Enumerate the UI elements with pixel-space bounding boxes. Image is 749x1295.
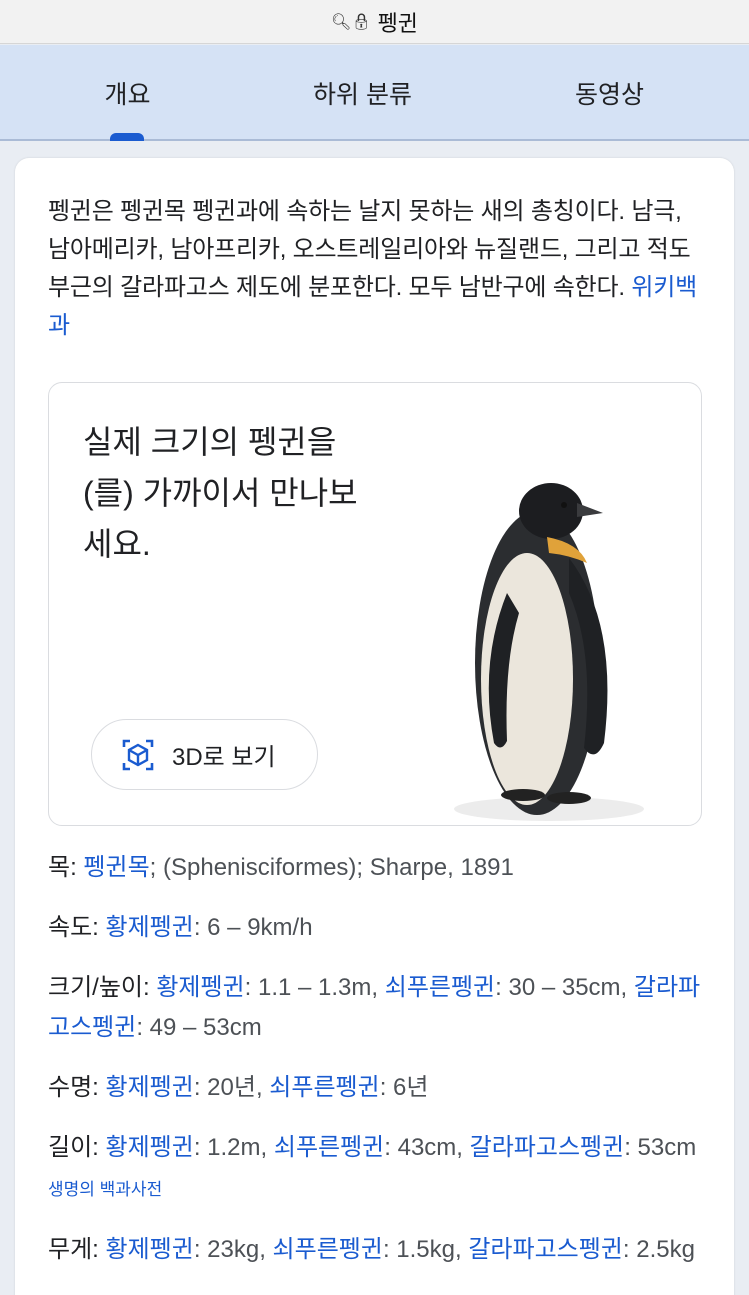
ar-promo-card[interactable]: 실제 크기의 펭귄을(를) 가까이서 만나보세요. 3D로 보기	[48, 382, 702, 826]
fact-link[interactable]: 갈라파고스펭귄	[468, 1236, 623, 1263]
active-tab-indicator	[110, 133, 144, 141]
fact-value: : 2.5kg	[622, 1236, 695, 1263]
fact-link[interactable]: 황제펭귄	[106, 914, 194, 941]
fact-value: : 49 – 53cm	[136, 1014, 262, 1041]
fact-link[interactable]: 황제펭귄	[106, 1236, 194, 1263]
knowledge-card: 펭귄은 펭귄목 펭귄과에 속하는 날지 못하는 새의 총칭이다. 남극, 남아메…	[15, 158, 734, 1295]
fact-value: : 1.1 – 1.3m,	[244, 974, 385, 1001]
fact-label: 목:	[48, 854, 77, 881]
url-bar[interactable]: 🔍︎🔒︎ 펭귄	[0, 0, 749, 44]
fact-value: : 20년,	[193, 1074, 270, 1101]
fact-lifespan: 수명: 황제펭귄: 20년, 쇠푸른펭귄: 6년	[48, 1068, 708, 1108]
url-title: 펭귄	[377, 10, 419, 36]
fact-link[interactable]: 쇠푸른펭귄	[269, 1074, 379, 1101]
fact-value: : 6 – 9km/h	[193, 914, 313, 941]
fact-order: 목: 펭귄목; (Sphenisciformes); Sharpe, 1891	[48, 848, 708, 888]
penguin-image	[454, 483, 644, 821]
tab-videos[interactable]: 동영상	[522, 45, 697, 141]
fact-link[interactable]: 황제펭귄	[106, 1134, 194, 1161]
fact-size: 크기/높이: 황제펭귄: 1.1 – 1.3m, 쇠푸른펭귄: 30 – 35c…	[48, 968, 708, 1048]
fact-label: 무게:	[48, 1236, 99, 1263]
fact-link[interactable]: 황제펭귄	[106, 1074, 194, 1101]
summary-text: 펭귄은 펭귄목 펭귄과에 속하는 날지 못하는 새의 총칭이다. 남극, 남아메…	[48, 198, 691, 301]
view-in-3d-button[interactable]: 3D로 보기	[91, 719, 318, 790]
ar-promo-title: 실제 크기의 펭귄을(를) 가까이서 만나보세요.	[83, 424, 358, 562]
tab-overview[interactable]: 개요	[40, 45, 215, 141]
fact-speed: 속도: 황제펭귄: 6 – 9km/h	[48, 908, 708, 948]
fact-link[interactable]: 펭귄목	[83, 854, 149, 881]
source-link[interactable]: 생명의 백과사전	[48, 1180, 162, 1199]
tab-bar: 개요 하위 분류 동영상	[0, 45, 749, 141]
fact-label: 크기/높이:	[48, 974, 150, 1001]
summary-paragraph: 펭귄은 펭귄목 펭귄과에 속하는 날지 못하는 새의 총칭이다. 남극, 남아메…	[48, 193, 708, 345]
facts-list: 목: 펭귄목; (Sphenisciformes); Sharpe, 1891 …	[48, 848, 708, 1290]
tab-subclassification[interactable]: 하위 분류	[275, 45, 450, 141]
search-lock-icon: 🔍︎🔒︎	[330, 13, 372, 31]
fact-link[interactable]: 갈라파고스펭귄	[470, 1134, 625, 1161]
fact-value: : 30 – 35cm,	[495, 974, 634, 1001]
3d-cube-icon	[122, 739, 154, 770]
fact-value: : 53cm	[624, 1134, 697, 1161]
fact-link[interactable]: 황제펭귄	[156, 974, 244, 1001]
fact-value: : 6년	[379, 1074, 429, 1101]
fact-value: : 43cm,	[384, 1134, 470, 1161]
fact-weight: 무게: 황제펭귄: 23kg, 쇠푸른펭귄: 1.5kg, 갈라파고스펭귄: 2…	[48, 1230, 708, 1270]
fact-value: : 1.5kg,	[382, 1236, 469, 1263]
fact-link[interactable]: 쇠푸른펭귄	[273, 1236, 383, 1263]
fact-link[interactable]: 쇠푸른펭귄	[385, 974, 495, 1001]
fact-value: : 23kg,	[193, 1236, 273, 1263]
fact-label: 속도:	[48, 914, 99, 941]
fact-label: 수명:	[48, 1074, 99, 1101]
view-in-3d-label: 3D로 보기	[172, 744, 276, 771]
fact-value: : 1.2m,	[193, 1134, 274, 1161]
fact-label: 길이:	[48, 1134, 99, 1161]
fact-length: 길이: 황제펭귄: 1.2m, 쇠푸른펭귄: 43cm, 갈라파고스펭귄: 53…	[48, 1128, 708, 1210]
fact-link[interactable]: 쇠푸른펭귄	[274, 1134, 384, 1161]
fact-value: ; (Sphenisciformes); Sharpe, 1891	[149, 854, 514, 881]
